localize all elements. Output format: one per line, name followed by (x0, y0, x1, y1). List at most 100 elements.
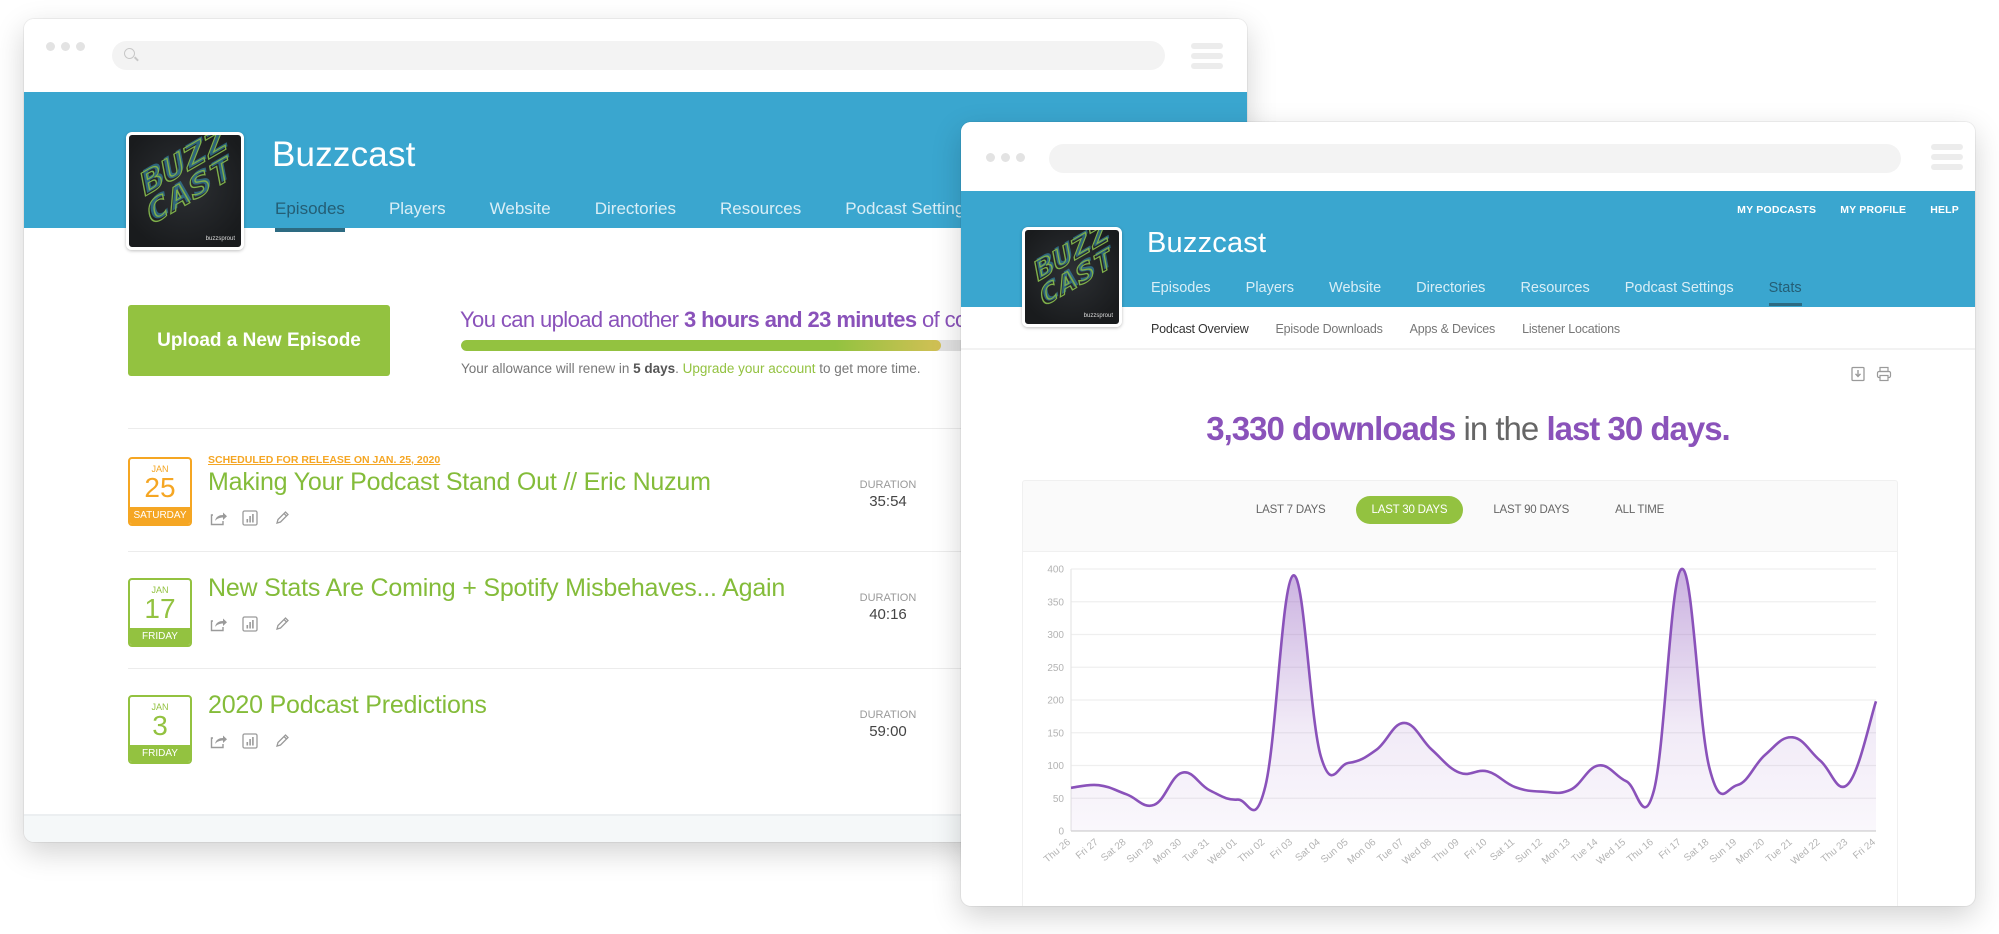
data-point[interactable] (1565, 784, 1577, 796)
nav-tab-resources[interactable]: Resources (1520, 280, 1589, 296)
date-range-tabs: LAST 7 DAYS LAST 30 DAYS LAST 90 DAYS ALL T… (1023, 496, 1897, 524)
y-tick-label: 0 (1058, 827, 1064, 838)
print-icon[interactable] (1876, 366, 1892, 382)
x-tick-label: Sat 04 (1294, 837, 1324, 864)
upgrade-account-link[interactable]: Upgrade your account (683, 361, 816, 376)
x-tick-label: Fri 24 (1851, 837, 1878, 862)
data-point[interactable] (1315, 750, 1327, 762)
x-tick-label: Mon 06 (1346, 837, 1379, 867)
data-point[interactable] (1398, 717, 1410, 729)
stats-subnav: Podcast Overview Episode Downloads Apps & … (1151, 322, 1620, 336)
nav-tab-podcast-settings[interactable]: Podcast Settings (845, 199, 973, 219)
data-point[interactable] (1121, 788, 1133, 800)
x-tick-label: Sat 11 (1488, 837, 1517, 864)
data-point[interactable] (1620, 775, 1632, 787)
data-point[interactable] (1814, 755, 1826, 767)
data-point[interactable] (1454, 767, 1466, 779)
data-point[interactable] (1343, 757, 1355, 769)
data-point[interactable] (1259, 780, 1271, 792)
data-point[interactable] (1787, 731, 1799, 743)
window-dots (986, 153, 1025, 162)
y-tick-label: 150 (1047, 728, 1064, 739)
edit-icon[interactable] (274, 616, 292, 632)
range-tab-last-90-days[interactable]: LAST 90 DAYS (1477, 496, 1585, 524)
nav-tab-episodes[interactable]: Episodes (275, 199, 345, 232)
stats-icon[interactable] (242, 733, 260, 749)
data-point[interactable] (1370, 744, 1382, 756)
my-profile-link[interactable]: MY PROFILE (1840, 204, 1906, 216)
hamburger-menu-icon[interactable] (1931, 144, 1963, 170)
data-point[interactable] (1093, 779, 1105, 791)
nav-tab-website[interactable]: Website (490, 199, 551, 219)
help-link[interactable]: HELP (1930, 204, 1959, 216)
subnav-listener-locations[interactable]: Listener Locations (1522, 322, 1620, 336)
downloads-chart-card: LAST 7 DAYS LAST 30 DAYS LAST 90 DAYS ALL T… (1022, 480, 1898, 906)
nav-tab-podcast-settings[interactable]: Podcast Settings (1625, 280, 1734, 296)
data-point[interactable] (1731, 779, 1743, 791)
period-label: last 30 days. (1546, 410, 1730, 447)
range-tab-last-30-days[interactable]: LAST 30 DAYS (1355, 496, 1464, 524)
release-date-badge: JAN 25 SATURDAY (128, 457, 192, 526)
nav-tab-episodes[interactable]: Episodes (1151, 280, 1211, 296)
data-point[interactable] (1703, 762, 1715, 774)
data-point[interactable] (1426, 744, 1438, 756)
edit-icon[interactable] (274, 733, 292, 749)
data-point[interactable] (1287, 570, 1299, 582)
nav-tab-website[interactable]: Website (1329, 280, 1381, 296)
subnav-apps-devices[interactable]: Apps & Devices (1410, 322, 1496, 336)
allowance-renew-note: Your allowance will renew in 5 days. Upg… (461, 361, 921, 376)
data-point[interactable] (1176, 767, 1188, 779)
release-date-badge: JAN 3 FRIDAY (128, 695, 192, 764)
share-icon[interactable] (210, 733, 228, 749)
data-point[interactable] (1204, 784, 1216, 796)
nav-tab-directories[interactable]: Directories (595, 199, 676, 219)
data-point[interactable] (1537, 786, 1549, 798)
edit-icon[interactable] (274, 510, 292, 526)
data-point[interactable] (1648, 784, 1660, 796)
data-point[interactable] (1481, 765, 1493, 777)
data-point[interactable] (1842, 778, 1854, 790)
x-tick-label: Wed 15 (1595, 837, 1629, 868)
stats-icon[interactable] (242, 510, 260, 526)
address-bar[interactable] (1049, 144, 1901, 173)
download-icon[interactable] (1850, 366, 1866, 382)
subnav-podcast-overview[interactable]: Podcast Overview (1151, 322, 1249, 336)
data-point[interactable] (1592, 760, 1604, 772)
nav-tab-resources[interactable]: Resources (720, 199, 801, 219)
x-tick-label: Mon 30 (1151, 837, 1184, 867)
scheduled-release-label[interactable]: SCHEDULED FOR RELEASE ON JAN. 25, 2020 (208, 454, 440, 466)
episode-title-link[interactable]: New Stats Are Coming + Spotify Misbehave… (208, 574, 785, 603)
y-tick-label: 100 (1047, 761, 1064, 772)
nav-tab-stats[interactable]: Stats (1768, 280, 1802, 306)
hamburger-menu-icon[interactable] (1191, 43, 1223, 69)
episode-title-link[interactable]: 2020 Podcast Predictions (208, 691, 487, 720)
episode-duration: DURATION 40:16 (859, 592, 917, 623)
data-point[interactable] (1065, 782, 1077, 794)
share-icon[interactable] (210, 510, 228, 526)
data-point[interactable] (1232, 794, 1244, 806)
upload-episode-button[interactable]: Upload a New Episode (128, 305, 390, 376)
x-tick-label: Thu 16 (1625, 837, 1656, 866)
data-point[interactable] (1148, 799, 1160, 811)
data-point[interactable] (1759, 749, 1771, 761)
share-icon[interactable] (210, 616, 228, 632)
episode-duration: DURATION 59:00 (859, 709, 917, 740)
podcast-title: Buzzcast (1147, 227, 1267, 259)
range-tab-last-7-days[interactable]: LAST 7 DAYS (1240, 496, 1342, 524)
x-tick-label: Wed 08 (1400, 837, 1434, 868)
stats-icon[interactable] (242, 616, 260, 632)
x-tick-label: Mon 13 (1540, 837, 1573, 867)
episode-title-link[interactable]: Making Your Podcast Stand Out // Eric Nu… (208, 468, 711, 497)
subnav-episode-downloads[interactable]: Episode Downloads (1276, 322, 1383, 336)
range-tab-all-time[interactable]: ALL TIME (1599, 496, 1680, 524)
data-point[interactable] (1676, 563, 1688, 575)
nav-tab-players[interactable]: Players (1246, 280, 1294, 296)
nav-tab-players[interactable]: Players (389, 199, 446, 219)
nav-tab-directories[interactable]: Directories (1416, 280, 1485, 296)
x-tick-label: Sun 05 (1319, 837, 1351, 866)
my-podcasts-link[interactable]: MY PODCASTS (1737, 204, 1816, 216)
main-nav: Episodes Players Website Directories Resourc… (275, 199, 1017, 232)
address-bar[interactable] (112, 41, 1165, 70)
data-point[interactable] (1870, 695, 1882, 707)
data-point[interactable] (1509, 781, 1521, 793)
